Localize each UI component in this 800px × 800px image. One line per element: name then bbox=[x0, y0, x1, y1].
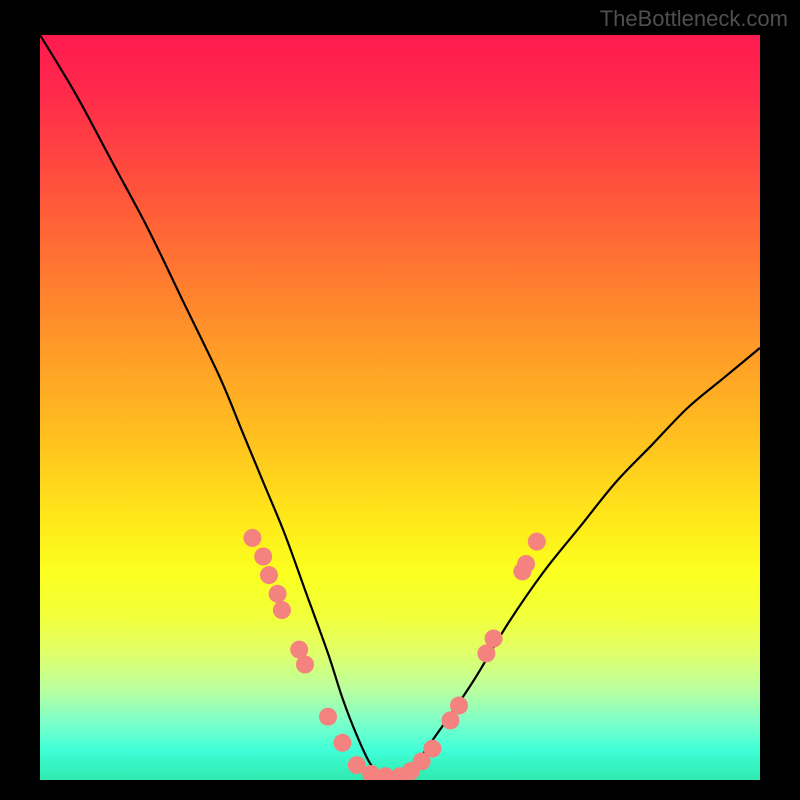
data-point bbox=[273, 601, 291, 619]
data-point bbox=[269, 585, 287, 603]
chart-svg bbox=[40, 35, 760, 780]
data-points-group bbox=[243, 529, 545, 780]
data-point bbox=[423, 740, 441, 758]
bottleneck-curve bbox=[40, 35, 760, 778]
data-point bbox=[450, 697, 468, 715]
data-point bbox=[485, 630, 503, 648]
watermark: TheBottleneck.com bbox=[600, 6, 788, 32]
data-point bbox=[528, 533, 546, 551]
data-point bbox=[296, 656, 314, 674]
data-point bbox=[260, 566, 278, 584]
data-point bbox=[517, 555, 535, 573]
data-point bbox=[254, 548, 272, 566]
data-point bbox=[243, 529, 261, 547]
data-point bbox=[333, 734, 351, 752]
data-point bbox=[319, 708, 337, 726]
